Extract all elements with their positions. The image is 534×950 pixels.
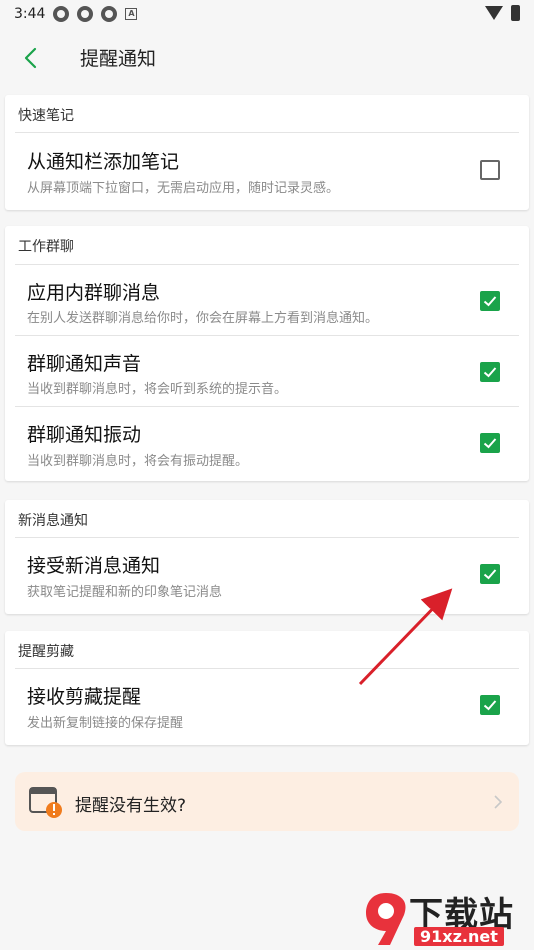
wifi-icon [485,6,503,20]
setting-row-receive-clip-reminder[interactable]: 接收剪藏提醒 发出新复制链接的保存提醒 [5,669,529,743]
chevron-right-icon [494,795,503,809]
watermark-logo-icon [366,893,406,945]
battery-icon [511,5,520,21]
check-icon [483,438,497,449]
checkbox-checked[interactable] [480,291,500,311]
notification-icon [53,6,70,22]
setting-label: 群聊通知振动 [27,424,142,446]
check-icon [483,296,497,307]
checkbox-checked[interactable] [480,433,500,453]
setting-label: 群聊通知声音 [27,353,142,375]
check-icon [483,367,497,378]
setting-label: 接受新消息通知 [27,555,161,577]
back-arrow-icon[interactable] [20,46,44,70]
notification-icon [77,6,94,22]
status-time: 3:44 [14,6,46,22]
app-header: 提醒通知 [0,28,534,88]
watermark: 下载站 91xz.net [364,885,534,950]
banner-label: 提醒没有生效? [75,796,187,816]
setting-description: 获取笔记提醒和新的印象笔记消息 [27,585,223,600]
section-title: 提醒剪藏 [18,644,74,660]
setting-row-add-note-from-notification[interactable]: 从通知栏添加笔记 从屏幕顶端下拉窗口，无需启动应用，随时记录灵感。 [5,133,529,208]
check-icon [483,569,497,580]
setting-description: 在别人发送群聊消息给你时，你会在屏幕上方看到消息通知。 [27,311,379,326]
setting-label: 应用内群聊消息 [27,282,161,304]
check-icon [483,700,497,711]
a-notification-icon: A [125,8,138,20]
checkbox-checked[interactable] [480,695,500,715]
setting-row-in-app-group-message[interactable]: 应用内群聊消息 在别人发送群聊消息给你时，你会在屏幕上方看到消息通知。 [5,265,529,335]
setting-row-group-vibrate[interactable]: 群聊通知振动 当收到群聊消息时，将会有振动提醒。 [5,407,529,479]
checkbox-unchecked[interactable] [480,160,500,180]
window-warning-icon [29,787,62,818]
status-bar: 3:44 A [0,0,534,28]
checkbox-checked[interactable] [480,564,500,584]
reminder-not-working-banner[interactable]: 提醒没有生效? [15,772,519,831]
setting-row-accept-new-message[interactable]: 接受新消息通知 获取笔记提醒和新的印象笔记消息 [5,538,529,612]
section-title: 快速笔记 [18,108,74,124]
section-title: 工作群聊 [18,239,74,255]
setting-description: 当收到群聊消息时，将会有振动提醒。 [27,454,249,469]
section-work-group-chat: 工作群聊 应用内群聊消息 在别人发送群聊消息给你时，你会在屏幕上方看到消息通知。… [5,226,529,481]
setting-description: 发出新复制链接的保存提醒 [27,716,184,731]
setting-description: 当收到群聊消息时，将会听到系统的提示音。 [27,382,288,397]
setting-description: 从屏幕顶端下拉窗口，无需启动应用，随时记录灵感。 [27,181,340,196]
setting-label: 接收剪藏提醒 [27,686,142,708]
checkbox-checked[interactable] [480,362,500,382]
watermark-url: 91xz.net [414,927,504,946]
section-quick-note: 快速笔记 从通知栏添加笔记 从屏幕顶端下拉窗口，无需启动应用，随时记录灵感。 [5,95,529,210]
notification-icon [101,6,118,22]
section-clip-reminder: 提醒剪藏 接收剪藏提醒 发出新复制链接的保存提醒 [5,631,529,745]
page-title: 提醒通知 [80,48,157,70]
section-new-message-notification: 新消息通知 接受新消息通知 获取笔记提醒和新的印象笔记消息 [5,500,529,614]
setting-label: 从通知栏添加笔记 [27,151,180,173]
setting-row-group-sound[interactable]: 群聊通知声音 当收到群聊消息时，将会听到系统的提示音。 [5,336,529,406]
section-title: 新消息通知 [18,513,88,529]
